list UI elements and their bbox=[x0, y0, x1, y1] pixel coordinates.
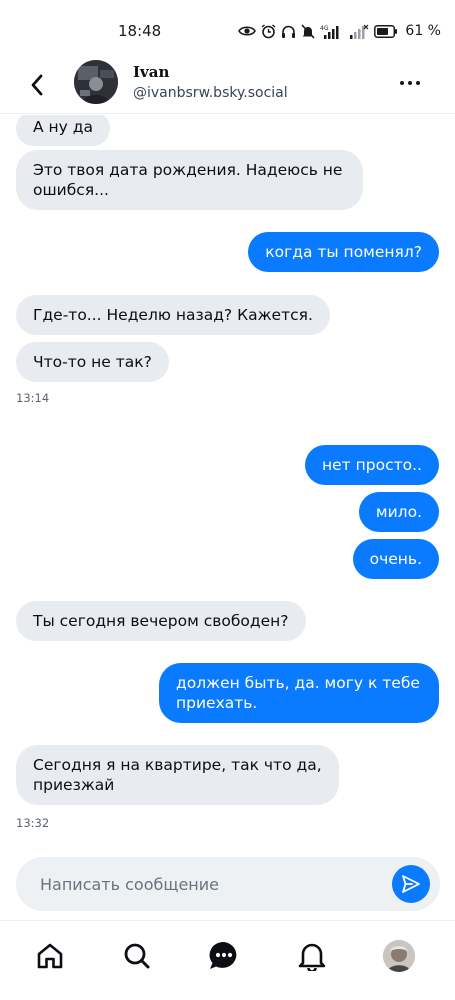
signal-weak-icon bbox=[350, 24, 369, 39]
message-outgoing[interactable]: нет просто.. bbox=[305, 445, 439, 485]
message-outgoing[interactable]: должен быть, да. могу к тебе приехать. bbox=[159, 663, 439, 723]
message-incoming[interactable]: Что-то не так? bbox=[16, 342, 169, 382]
chat-header: Ivan @ivanbsrw.bsky.social bbox=[0, 58, 455, 114]
contact-avatar[interactable] bbox=[74, 60, 118, 104]
bell-off-icon bbox=[301, 23, 316, 39]
send-icon bbox=[402, 875, 420, 893]
back-button[interactable] bbox=[22, 70, 52, 100]
dot-icon bbox=[408, 81, 412, 85]
battery-icon bbox=[374, 24, 398, 38]
contact-handle[interactable]: @ivanbsrw.bsky.social bbox=[133, 85, 288, 101]
message-incoming[interactable]: Где-то... Неделю назад? Кажется. bbox=[16, 295, 330, 335]
headphones-icon bbox=[282, 25, 296, 38]
message-incoming[interactable]: Это твоя дата рождения. Надеюсь не ошибс… bbox=[16, 150, 363, 210]
message-incoming[interactable]: Сегодня я на квартире, так что да, приез… bbox=[16, 745, 339, 805]
nav-search[interactable] bbox=[119, 938, 155, 974]
status-time: 18:48 bbox=[118, 22, 162, 40]
message-outgoing[interactable]: когда ты поменял? bbox=[248, 232, 439, 272]
message-timestamp: 13:32 bbox=[16, 816, 50, 830]
chat-icon bbox=[209, 941, 237, 969]
status-icons: 4G 61 % bbox=[238, 22, 441, 40]
chevron-left-icon bbox=[31, 74, 43, 96]
nav-chat[interactable] bbox=[206, 938, 242, 974]
message-input[interactable] bbox=[16, 857, 386, 911]
message-composer bbox=[16, 857, 440, 911]
svg-text:4G: 4G bbox=[320, 25, 329, 32]
message-timestamp: 13:14 bbox=[16, 391, 50, 405]
alarm-icon bbox=[261, 23, 276, 38]
send-button[interactable] bbox=[392, 865, 430, 903]
message-outgoing[interactable]: очень. bbox=[352, 539, 439, 579]
contact-name[interactable]: Ivan bbox=[133, 63, 169, 81]
nav-home[interactable] bbox=[32, 938, 68, 974]
search-icon bbox=[124, 943, 150, 969]
message-incoming[interactable]: Ты сегодня вечером свободен? bbox=[16, 601, 306, 641]
bottom-nav bbox=[0, 920, 455, 1000]
nav-notifications[interactable] bbox=[294, 938, 330, 974]
signal-4g-icon: 4G bbox=[320, 25, 339, 39]
home-icon bbox=[37, 943, 63, 969]
battery-percent: 61 % bbox=[405, 23, 441, 39]
dot-icon bbox=[400, 81, 404, 85]
message-list[interactable]: А ну да Это твоя дата рождения. Надеюсь … bbox=[0, 115, 455, 850]
status-bar: 18:48 4G 61 % bbox=[0, 0, 455, 58]
message-outgoing[interactable]: мило. bbox=[358, 492, 439, 532]
eye-icon bbox=[238, 26, 257, 36]
nav-profile[interactable] bbox=[381, 938, 417, 974]
bell-icon bbox=[298, 943, 326, 971]
more-options-button[interactable] bbox=[395, 70, 425, 96]
profile-avatar bbox=[383, 940, 415, 972]
dot-icon bbox=[416, 81, 420, 85]
message-incoming[interactable]: А ну да bbox=[16, 115, 110, 146]
